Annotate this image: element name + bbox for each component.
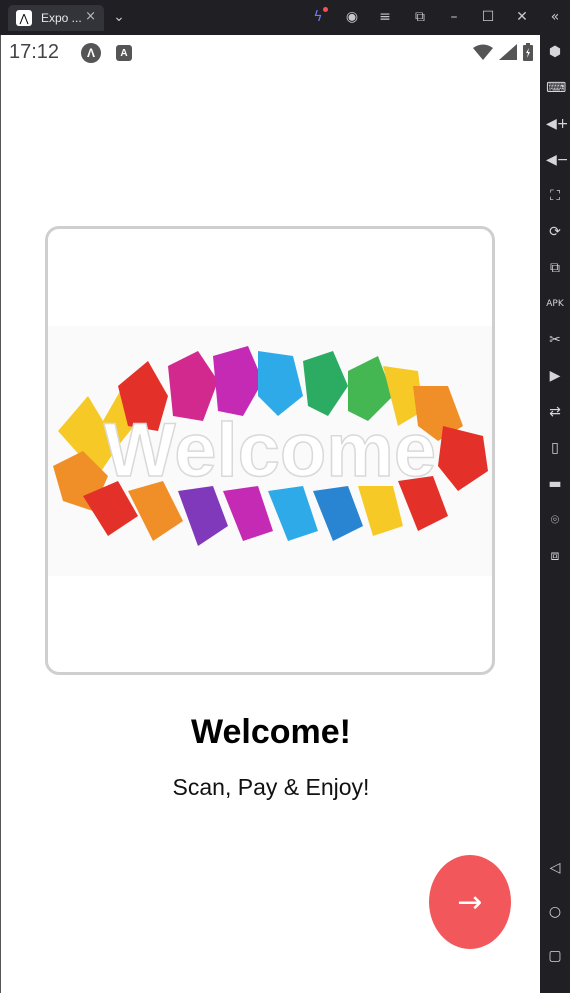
welcome-image-text: Welcome [104, 408, 436, 493]
pip-icon[interactable]: ⧉ [411, 8, 429, 26]
apk-install-icon[interactable]: APK [546, 295, 564, 313]
window-titlebar: ⋀ Expo ... × ⌄ ϟ ◉ ≡ ⧉ – ☐ ✕ « [0, 0, 570, 35]
settings-icon[interactable]: ⬢ [546, 43, 564, 61]
system-icons [473, 43, 533, 61]
welcome-image-card: Welcome [45, 226, 495, 675]
minimize-icon[interactable]: – [445, 8, 463, 26]
tab-title: Expo ... [41, 11, 82, 25]
location-icon[interactable]: ⌾ [546, 511, 564, 529]
volume-up-icon[interactable]: ◀+ [546, 115, 569, 133]
emulator-toolbar: ⬢ ⌨ ◀+ ◀− ⛶ ⟳ ⧉ APK ✂ ▶ ⇄ ▯ ▬ ⌾ ⧈ ◁ ○ ▢ [540, 35, 570, 993]
next-button[interactable]: → [429, 855, 511, 949]
home-icon[interactable]: ○ [546, 903, 564, 921]
tab-close-icon[interactable]: × [85, 9, 96, 24]
signal-icon [499, 44, 517, 60]
bolt-icon[interactable]: ϟ [309, 7, 328, 26]
accessibility-icon: A [116, 45, 132, 61]
account-icon[interactable]: ◉ [343, 8, 361, 26]
volume-down-icon[interactable]: ◀− [546, 151, 569, 169]
chevron-down-icon[interactable]: ⌄ [110, 8, 128, 26]
layers-icon[interactable]: ⧈ [546, 547, 564, 565]
device-screen: 17:12 Λ A Welcome Welcome! Scan, Pay & E… [0, 35, 540, 993]
menu-icon[interactable]: ≡ [376, 8, 394, 26]
recents-icon[interactable]: ▢ [546, 947, 564, 965]
cut-icon[interactable]: ✂ [546, 331, 564, 349]
sync-icon[interactable]: ⇄ [546, 403, 564, 421]
folder-icon[interactable]: ▬ [546, 475, 564, 493]
keyboard-icon[interactable]: ⌨ [546, 79, 566, 97]
browser-tab[interactable]: ⋀ Expo ... × [8, 5, 104, 31]
screenshot-icon[interactable]: ⛶ [546, 187, 564, 205]
status-bar: 17:12 Λ A [1, 35, 541, 69]
maximize-icon[interactable]: ☐ [479, 8, 497, 26]
page-subtitle: Scan, Pay & Enjoy! [172, 774, 370, 800]
expo-go-icon: Λ [81, 43, 101, 63]
collapse-sidebar-icon[interactable]: « [546, 8, 564, 26]
back-icon[interactable]: ◁ [546, 859, 564, 877]
wifi-icon [473, 44, 493, 60]
status-time: 17:12 [9, 41, 60, 63]
record-icon[interactable]: ▶ [546, 367, 564, 385]
page-title: Welcome! [191, 713, 351, 751]
battery-icon [523, 43, 533, 61]
rotate-icon[interactable]: ⟳ [546, 223, 564, 241]
welcome-image: Welcome [48, 326, 492, 576]
multi-window-icon[interactable]: ⧉ [546, 259, 564, 277]
shake-icon[interactable]: ▯ [546, 439, 564, 457]
expo-logo-icon: ⋀ [16, 10, 32, 26]
close-icon[interactable]: ✕ [513, 8, 531, 26]
